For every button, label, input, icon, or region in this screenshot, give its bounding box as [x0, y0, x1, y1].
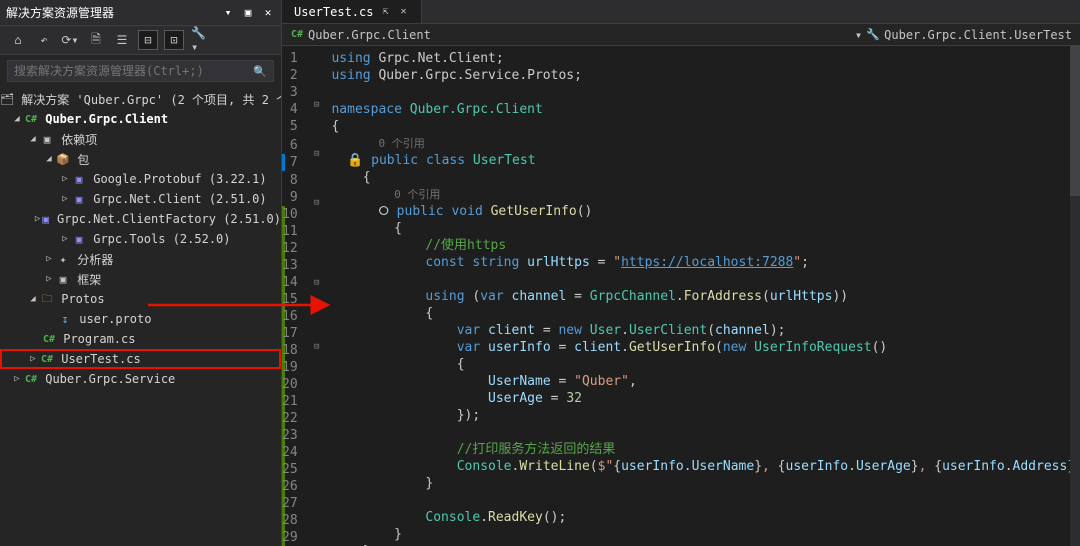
project-client[interactable]: ◢C# Quber.Grpc.Client: [0, 109, 281, 129]
wrench-icon[interactable]: 🔧▾: [190, 30, 210, 50]
proto-file[interactable]: ↧ user.proto: [0, 309, 281, 329]
scope-icon[interactable]: ⊟: [138, 30, 158, 50]
packages-folder[interactable]: ◢📦 包: [0, 149, 281, 169]
project-service[interactable]: ▷C# Quber.Grpc.Service: [0, 369, 281, 389]
code-editor[interactable]: 1234567891011121314151617181920212223242…: [282, 46, 1080, 546]
solution-explorer-title: 解决方案资源管理器: [6, 4, 114, 21]
scroll-indicator[interactable]: [1070, 46, 1080, 546]
home-icon[interactable]: ⌂: [8, 30, 28, 50]
breadcrumb-project[interactable]: C#Quber.Grpc.Client: [282, 28, 439, 42]
view-icon[interactable]: ⊡: [164, 30, 184, 50]
analyzers[interactable]: ▷✦ 分析器: [0, 249, 281, 269]
breadcrumb: C#Quber.Grpc.Client ▾ 🔧Quber.Grpc.Client…: [282, 24, 1080, 46]
solution-explorer-toolbar: ⌂ ↶ ⟳▾ 🗎 ☰ ⊟ ⊡ 🔧▾: [0, 26, 281, 55]
dependencies[interactable]: ◢▣ 依赖项: [0, 129, 281, 149]
pin-icon[interactable]: ⇱: [379, 6, 391, 18]
sync-icon[interactable]: ⟳▾: [60, 30, 80, 50]
tab-label: UserTest.cs: [294, 5, 373, 19]
solution-explorer-titlebar: 解决方案资源管理器 ▾ ▣ ✕: [0, 0, 281, 26]
protos-folder[interactable]: ◢🗀 Protos: [0, 289, 281, 309]
pkg-grpc-net-client[interactable]: ▷▣ Grpc.Net.Client (2.51.0): [0, 189, 281, 209]
filter-icon[interactable]: ☰: [112, 30, 132, 50]
code-body[interactable]: using Grpc.Net.Client; using Quber.Grpc.…: [324, 46, 1080, 546]
pin-icon[interactable]: ▣: [241, 6, 255, 20]
close-icon[interactable]: ✕: [261, 6, 275, 20]
close-icon[interactable]: ✕: [397, 6, 409, 18]
line-gutter: 1234567891011121314151617181920212223242…: [282, 46, 310, 546]
back-icon[interactable]: ↶: [34, 30, 54, 50]
fold-column: ⊟⊟⊟⊟⊟: [310, 46, 324, 546]
pkg-grpc-tools[interactable]: ▷▣ Grpc.Tools (2.52.0): [0, 229, 281, 249]
solution-search-input[interactable]: [14, 64, 253, 78]
editor-area: UserTest.cs ⇱ ✕ C#Quber.Grpc.Client ▾ 🔧Q…: [282, 0, 1080, 546]
solution-explorer: 解决方案资源管理器 ▾ ▣ ✕ ⌂ ↶ ⟳▾ 🗎 ☰ ⊟ ⊡ 🔧▾ 🔍 🗂 解决…: [0, 0, 282, 546]
dropdown-icon[interactable]: ▾: [221, 6, 235, 20]
solution-root[interactable]: 🗂 解决方案 'Quber.Grpc' (2 个项目, 共 2 个): [0, 89, 281, 109]
usertest-cs[interactable]: ▷C# UserTest.cs: [0, 349, 281, 369]
editor-tabbar: UserTest.cs ⇱ ✕: [282, 0, 1080, 24]
pkg-grpc-net-clientfactory[interactable]: ▷▣ Grpc.Net.ClientFactory (2.51.0): [0, 209, 281, 229]
frameworks[interactable]: ▷▣ 框架: [0, 269, 281, 289]
tab-usertest[interactable]: UserTest.cs ⇱ ✕: [282, 0, 422, 23]
breadcrumb-type[interactable]: ▾ 🔧Quber.Grpc.Client.UserTest: [847, 28, 1080, 42]
pkg-protobuf[interactable]: ▷▣ Google.Protobuf (3.22.1): [0, 169, 281, 189]
search-icon[interactable]: 🔍: [253, 64, 267, 78]
solution-tree: 🗂 解决方案 'Quber.Grpc' (2 个项目, 共 2 个) ◢C# Q…: [0, 87, 281, 546]
program-cs[interactable]: C# Program.cs: [0, 329, 281, 349]
file-icon[interactable]: 🗎: [86, 30, 106, 50]
solution-search[interactable]: 🔍: [7, 60, 274, 82]
